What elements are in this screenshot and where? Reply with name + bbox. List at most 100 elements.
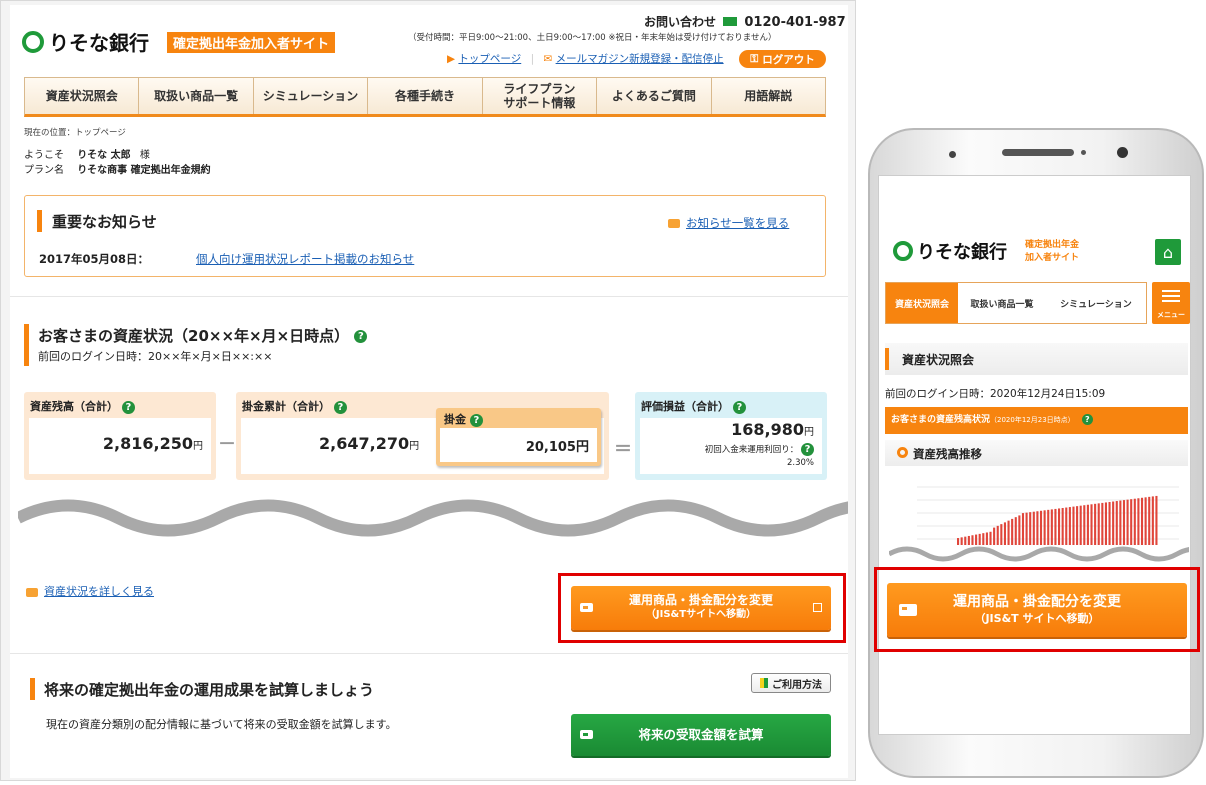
radio-dot-icon <box>897 447 908 458</box>
contrib-header: 掛金 ? <box>444 411 483 427</box>
mobile-last-login: 前回のログイン日時：2020年12月24日15:09 <box>885 388 1106 400</box>
contrib-total-label: 掛金累計（合計） <box>242 400 330 413</box>
card-icon <box>580 603 593 612</box>
chart-bar <box>1108 501 1111 545</box>
contact-hours: （受付時間：平日9:00〜21:00、土日9:00〜17:00 ※祝日・年末年始… <box>408 33 777 43</box>
mobile-tab-simulation[interactable]: シミュレーション <box>1046 283 1146 323</box>
change-allocation-button[interactable]: 運用商品・掛金配分を変更 （JIS&Tサイトへ移動） <box>571 586 831 630</box>
usage-button[interactable]: ご利用方法 <box>751 673 831 693</box>
nav-simulation[interactable]: シミュレーション <box>254 78 369 114</box>
divider <box>10 296 848 297</box>
chart-bar <box>1032 511 1035 545</box>
asset-accent <box>24 324 29 366</box>
chart-bar <box>1094 503 1097 545</box>
notice-date: 2017年05月08日： <box>39 252 150 266</box>
top-page-link[interactable]: トップページ <box>458 53 521 65</box>
asset-total-card: 資産残高（合計） ? 2,816,250円 <box>24 392 216 480</box>
mobile-tab-asset-status[interactable]: 資産状況照会 <box>886 283 959 323</box>
mobile-tab-label: シミュレーション <box>1060 299 1132 310</box>
site-badge: 確定拠出年金加入者サイト <box>167 32 336 53</box>
user-info: ようこそ りそな 太郎 様 プラン名 りそな商事 確定拠出年金規約 <box>24 148 211 178</box>
sensor-icon <box>949 151 956 158</box>
mobile-omission-wave <box>889 546 1189 562</box>
contrib-total-amount: 2,647,270円 <box>319 434 419 453</box>
help-icon[interactable]: ? <box>469 413 483 427</box>
mobile-tab-products[interactable]: 取扱い商品一覧 <box>958 283 1047 323</box>
chart-bar <box>1148 496 1151 545</box>
speaker-icon <box>1002 149 1074 156</box>
chart-bar <box>1061 507 1064 545</box>
chart-bar <box>1025 512 1028 545</box>
help-icon[interactable]: ? <box>333 400 347 414</box>
key-icon: ⚿ <box>750 52 759 65</box>
contrib-body: 20,105円 <box>440 428 597 462</box>
chart-bar <box>1003 522 1006 545</box>
contrib-label: 掛金 <box>444 413 466 426</box>
chart-bar <box>1097 503 1100 545</box>
chart-bar <box>1007 520 1010 545</box>
contrib-card: 掛金 ? 20,105円 <box>436 408 601 466</box>
notice-item-link[interactable]: 個人向け運用状況レポート掲載のお知らせ <box>196 251 414 267</box>
chart-bar <box>1050 509 1053 545</box>
breadcrumb: 現在の位置：トップページ <box>24 128 126 138</box>
yen-unit: 円 <box>575 440 589 455</box>
camera-icon <box>1117 147 1128 158</box>
mobile-status-text: お客さまの資産残高状況 <box>891 415 991 425</box>
help-icon[interactable]: ? <box>801 443 814 456</box>
yield-value: 2.30% <box>786 458 814 468</box>
notice-list: お知らせ一覧を見る <box>668 215 789 231</box>
notice-list-link[interactable]: お知らせ一覧を見る <box>686 216 789 230</box>
asset-title-text: お客さまの資産状況（20××年×月×日時点） <box>38 327 350 345</box>
nav-life-plan[interactable]: ライフプラン サポート情報 <box>483 78 598 114</box>
sim-title: 将来の確定拠出年金の運用成果を試算しましょう <box>44 681 375 699</box>
asset-total-amount: 2,816,250円 <box>103 434 203 453</box>
help-icon[interactable]: ? <box>1081 414 1093 425</box>
help-icon[interactable]: ? <box>732 400 746 414</box>
mail-magazine-link[interactable]: メールマガジン新規登録・配信停止 <box>556 53 724 65</box>
free-dial-icon <box>723 17 738 26</box>
mobile-highlight-frame <box>874 567 1200 652</box>
nav-procedures[interactable]: 各種手続き <box>368 78 483 114</box>
asset-total-body: 2,816,250円 <box>29 418 211 474</box>
plan-label: プラン名 <box>24 165 64 176</box>
chart-bar <box>1155 495 1158 545</box>
nav-label: 資産状況照会 <box>45 89 118 103</box>
mobile-menu-button[interactable]: メニュー <box>1152 282 1190 324</box>
sim-description: 現在の資産分類別の配分情報に基づいて将来の受取金額を試算します。 <box>46 718 397 731</box>
sim-button[interactable]: 将来の受取金額を試算 <box>571 714 831 756</box>
section-accent <box>885 348 889 370</box>
nav-label: 用語解説 <box>744 89 793 103</box>
logout-button[interactable]: ⚿ ログアウト <box>739 50 826 68</box>
contact-line: お問い合わせ 0120-401-987 <box>644 13 846 30</box>
nav-glossary[interactable]: 用語解説 <box>712 78 825 114</box>
notice-accent <box>37 210 42 232</box>
chart-bar <box>1058 508 1061 545</box>
mobile-bank-logo[interactable]: りそな銀行 <box>893 238 1007 264</box>
mobile-site-name: 確定拠出年金 加入者サイト <box>1025 239 1079 265</box>
card-icon <box>580 730 593 739</box>
nav-label: 各種手続き <box>394 89 455 103</box>
contrib-value: 20,105 <box>525 440 576 455</box>
asset-total-value: 2,816,250 <box>102 434 193 453</box>
detail-row: 資産状況を詳しく見る <box>26 583 154 599</box>
help-icon[interactable]: ? <box>121 400 135 414</box>
nav-faq[interactable]: よくあるご質問 <box>597 78 712 114</box>
chart-bar <box>1137 498 1140 545</box>
help-icon[interactable]: ? <box>354 330 368 343</box>
welcome-prefix: ようこそ <box>24 150 64 161</box>
mobile-chart-header: 資産残高推移 <box>885 440 1188 466</box>
chart-bar <box>1101 502 1104 545</box>
bank-logo[interactable]: りそな銀行 <box>22 27 149 56</box>
arrow-right-icon: ▶ <box>447 53 456 65</box>
mobile-tab-label: 取扱い商品一覧 <box>970 299 1034 310</box>
hamburger-icon <box>1162 290 1180 302</box>
home-icon[interactable]: ⌂ <box>1155 239 1181 265</box>
nav-products[interactable]: 取扱い商品一覧 <box>139 78 254 114</box>
mobile-tab-bar: 資産状況照会 取扱い商品一覧 シミュレーション <box>885 282 1147 324</box>
chart-bar <box>1151 496 1154 545</box>
chart-bar <box>1079 505 1082 545</box>
header-links: ▶ トップページ | ✉ メールマガジン新規登録・配信停止 <box>447 53 724 65</box>
asset-detail-link[interactable]: 資産状況を詳しく見る <box>44 585 154 598</box>
chart-bar <box>1018 515 1021 545</box>
nav-asset-status[interactable]: 資産状況照会 <box>25 78 140 114</box>
